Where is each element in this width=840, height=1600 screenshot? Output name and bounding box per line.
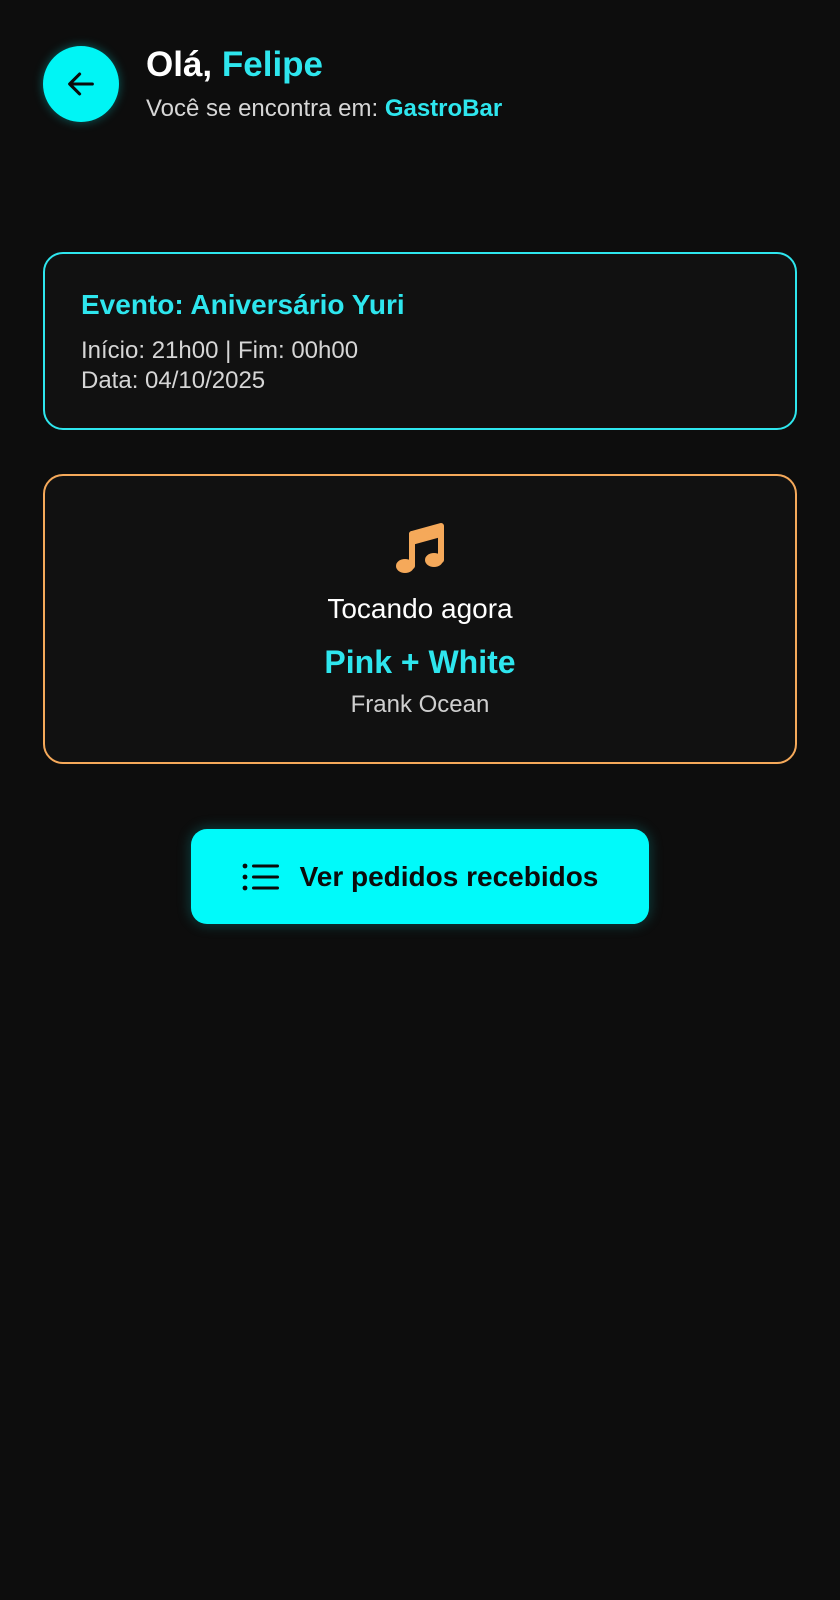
event-date: Data: 04/10/2025 (81, 367, 266, 394)
song-title: Pink + White (324, 644, 516, 680)
song-artist: Frank Ocean (350, 691, 490, 718)
arrow-left-icon (68, 72, 94, 96)
greeting-heading: Olá, Felipe (146, 44, 323, 86)
user-name: Felipe (221, 45, 324, 84)
event-card: Evento: Aniversário Yuri Início: 21h00 |… (43, 252, 797, 430)
event-title: Evento: Aniversário Yuri (81, 289, 405, 320)
now-playing-label: Tocando agora (327, 593, 513, 624)
list-icon (242, 863, 279, 890)
back-button[interactable] (43, 46, 119, 122)
greeting-prefix: Olá, (146, 45, 213, 84)
view-orders-button[interactable]: Ver pedidos recebidos (191, 829, 649, 924)
event-time: Início: 21h00 | Fim: 00h00 (81, 337, 359, 364)
location-text: Você se encontra em: GastroBar (146, 94, 502, 124)
venue-name: GastroBar (384, 95, 503, 122)
view-orders-label: Ver pedidos recebidos (299, 860, 599, 892)
music-note-icon (396, 523, 444, 573)
location-prefix: Você se encontra em: (146, 95, 379, 122)
now-playing-card: Tocando agora Pink + White Frank Ocean (43, 474, 797, 764)
